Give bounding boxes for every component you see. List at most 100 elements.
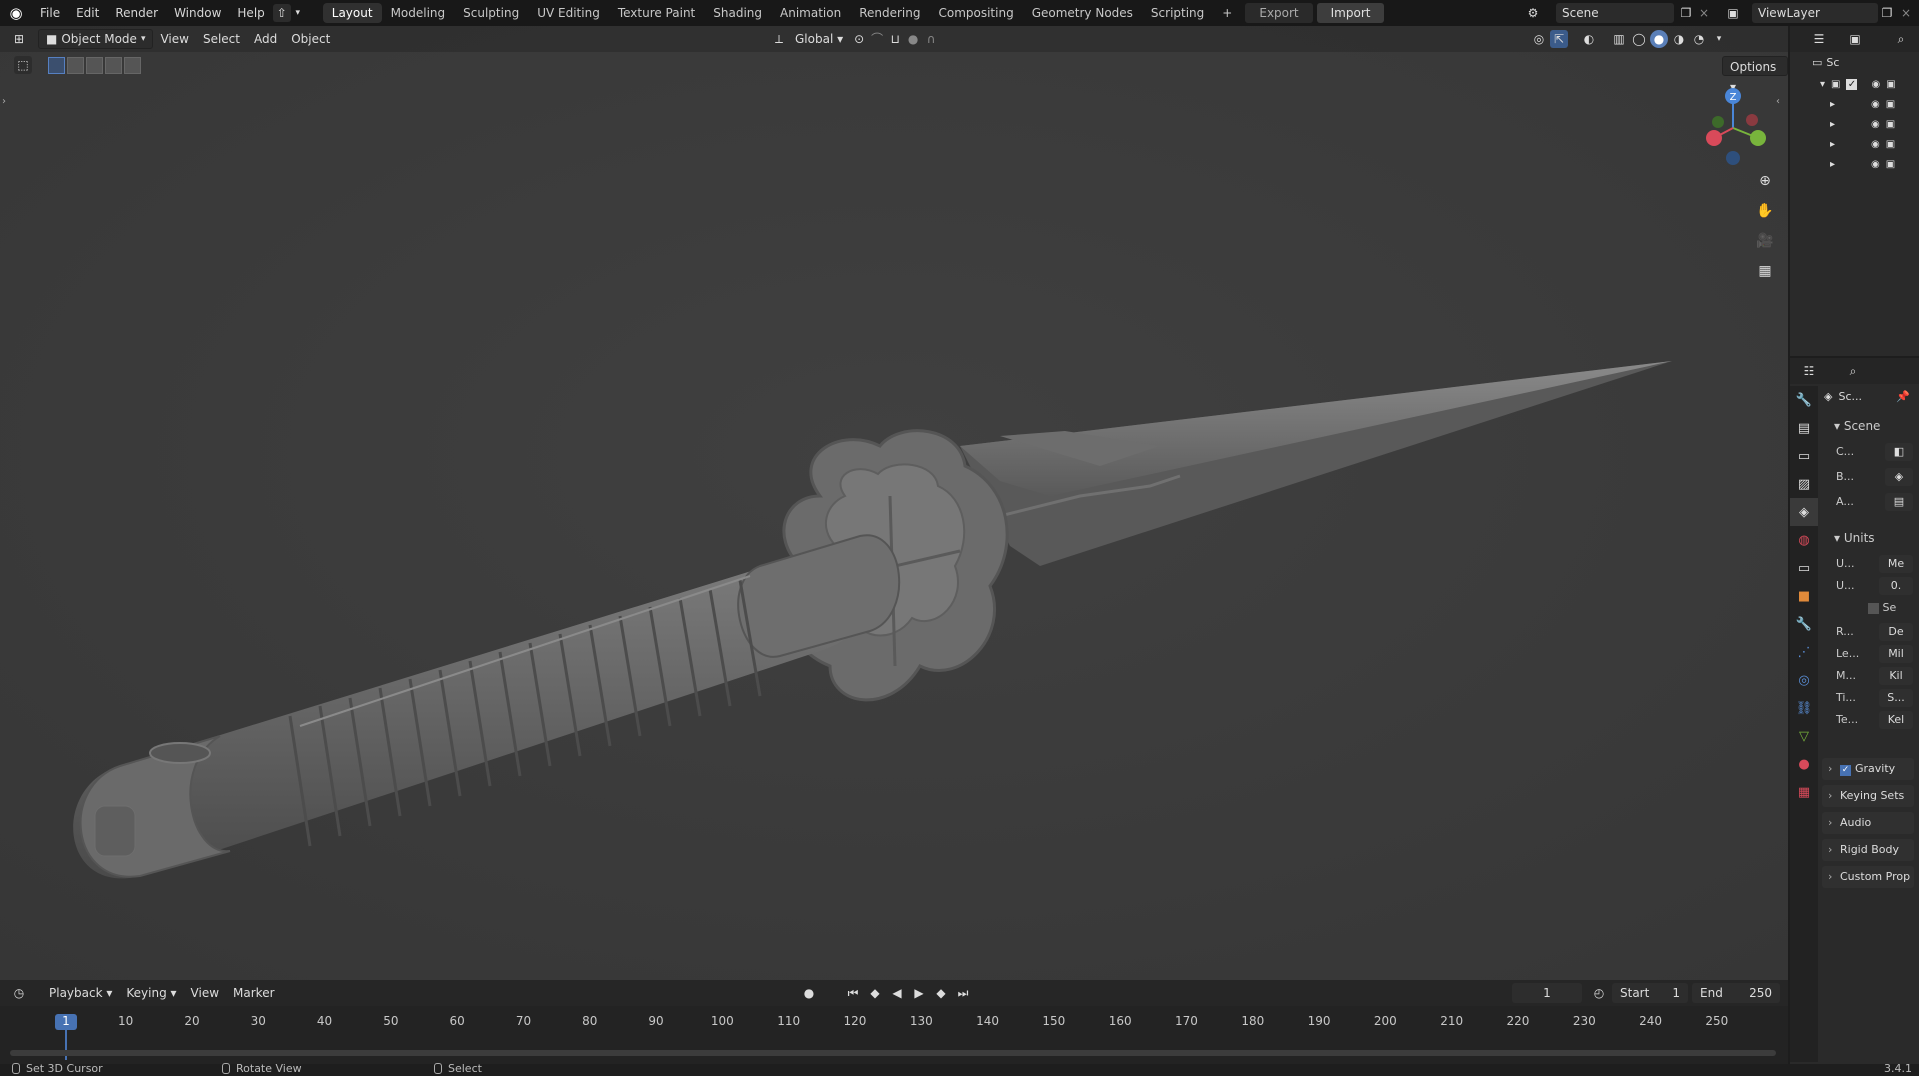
jump-end-icon[interactable]: ⏭ [954, 984, 972, 1002]
tab-layout[interactable]: Layout [322, 3, 382, 23]
close-view-layer-icon[interactable]: × [1897, 4, 1915, 22]
start-frame-field[interactable]: Start 1 [1612, 983, 1688, 1003]
pan-hand-icon[interactable]: ✋ [1752, 198, 1778, 224]
view-layer-selector[interactable]: ViewLayer [1752, 3, 1878, 23]
snap-target-icon[interactable]: ⊔ [886, 30, 904, 48]
properties-editor-icon[interactable]: ☷ [1800, 362, 1818, 380]
display-mode-icon[interactable]: ▣ [1846, 30, 1864, 48]
camera-render-icon[interactable]: ▣ [1886, 139, 1895, 150]
temperature-dropdown[interactable]: Kel [1879, 711, 1913, 729]
length-dropdown[interactable]: Mil [1879, 645, 1913, 663]
clock-editor-icon[interactable]: ◷ [10, 984, 28, 1002]
expand-arrow-icon[interactable]: ▸ [1830, 99, 1835, 110]
close-scene-icon[interactable]: × [1695, 4, 1713, 22]
proportional-edit-icon[interactable]: ● [904, 30, 922, 48]
perspective-grid-icon[interactable]: ▦ [1752, 258, 1778, 284]
tab-uv-editing[interactable]: UV Editing [528, 3, 609, 23]
visibility-icon[interactable]: ◎ [1530, 30, 1548, 48]
menu-object[interactable]: Object [284, 29, 337, 49]
menu-select[interactable]: Select [196, 29, 247, 49]
audio-panel[interactable]: Audio [1822, 812, 1914, 834]
eye-icon[interactable]: ◉ [1871, 79, 1880, 90]
menu-help[interactable]: Help [229, 0, 272, 26]
tab-sculpting[interactable]: Sculpting [454, 3, 528, 23]
upload-icon[interactable]: ⇧ [272, 4, 291, 22]
keying-sets-panel[interactable]: Keying Sets [1822, 785, 1914, 807]
view-layer-tab-icon[interactable]: ▨ [1790, 470, 1818, 498]
xray-icon[interactable]: ▥ [1610, 30, 1628, 48]
overlay-icon[interactable]: ◐ [1580, 30, 1598, 48]
export-button[interactable]: Export [1245, 3, 1313, 23]
scene-selector[interactable]: Scene [1556, 3, 1674, 23]
timeline-editor[interactable]: ◷ Playback ▾ Keying ▾ View Marker ● ⏮ ◆ … [0, 980, 1788, 1064]
neg-z-axis-icon[interactable] [1726, 151, 1740, 165]
new-view-layer-icon[interactable]: ❐ [1878, 4, 1896, 22]
select-tool-icon[interactable]: ⬚ [14, 56, 32, 74]
tab-scripting[interactable]: Scripting [1142, 3, 1213, 23]
solid-shading-icon[interactable]: ● [1650, 30, 1668, 48]
gravity-panel[interactable]: ✓ Gravity [1822, 758, 1914, 780]
scene-icon[interactable]: ⚙ [1524, 4, 1542, 22]
options-dropdown[interactable]: Options ▾ [1722, 56, 1788, 94]
pivot-icon[interactable]: ⊙ [850, 30, 868, 48]
render-tab-icon[interactable]: ▤ [1790, 414, 1818, 442]
navigation-gizmo[interactable]: Z [1700, 86, 1770, 166]
timeline-scrollbar[interactable] [10, 1050, 1776, 1056]
select-new-icon[interactable] [48, 56, 65, 74]
sidebar-toggle-icon[interactable]: ‹ [1776, 96, 1780, 107]
camera-icon[interactable]: 🎥 [1752, 228, 1778, 254]
tab-shading[interactable]: Shading [704, 3, 771, 23]
select-invert-icon[interactable] [105, 56, 122, 74]
chevron-down-icon[interactable]: ▾ [293, 4, 303, 22]
select-subtract-icon[interactable] [86, 56, 103, 74]
play-reverse-icon[interactable]: ◀ [888, 984, 906, 1002]
expand-arrow-icon[interactable]: ▸ [1830, 139, 1835, 150]
wireframe-shading-icon[interactable]: ◯ [1630, 30, 1648, 48]
texture-tab-icon[interactable]: ▦ [1790, 778, 1818, 806]
world-tab-icon[interactable]: ◍ [1790, 526, 1818, 554]
next-keyframe-icon[interactable]: ◆ [932, 984, 950, 1002]
menu-file[interactable]: File [32, 0, 68, 26]
toolbar-toggle-icon[interactable]: › [2, 96, 6, 107]
stopwatch-icon[interactable]: ◴ [1590, 984, 1608, 1002]
constraints-tab-icon[interactable]: ⛓ [1790, 694, 1818, 722]
play-icon[interactable]: ▶ [910, 984, 928, 1002]
tab-geometry-nodes[interactable]: Geometry Nodes [1023, 3, 1142, 23]
units-panel-header[interactable]: ▾ Units [1834, 528, 1875, 548]
import-button[interactable]: Import [1316, 3, 1385, 23]
transform-orientation-dropdown[interactable]: Global ▾ [788, 29, 850, 49]
camera-field[interactable]: ◧ [1885, 443, 1913, 461]
falloff-icon[interactable]: ∩ [922, 30, 940, 48]
3d-viewport[interactable]: ⊞ ■ Object Mode ▾ View Select Add Object… [0, 26, 1788, 980]
pin-icon[interactable]: 📌 [1896, 390, 1910, 403]
particles-tab-icon[interactable]: ⋰ [1790, 638, 1818, 666]
new-scene-icon[interactable]: ❐ [1677, 4, 1695, 22]
material-tab-icon[interactable]: ● [1790, 750, 1818, 778]
add-workspace-button[interactable]: + [1213, 3, 1241, 23]
end-frame-field[interactable]: End 250 [1692, 983, 1780, 1003]
zoom-icon[interactable]: ⊕ [1752, 168, 1778, 194]
data-tab-icon[interactable]: ▽ [1790, 722, 1818, 750]
search-icon[interactable]: ⌕ [1892, 30, 1910, 48]
camera-render-icon[interactable]: ▣ [1886, 99, 1895, 110]
camera-render-icon[interactable]: ▣ [1886, 79, 1895, 90]
menu-window[interactable]: Window [166, 0, 229, 26]
menu-keying[interactable]: Keying ▾ [119, 983, 183, 1003]
snap-icon[interactable]: ⌒ [868, 30, 886, 48]
menu-marker[interactable]: Marker [226, 983, 281, 1003]
tool-tab-icon[interactable]: 🔧 [1790, 386, 1818, 414]
background-scene-field[interactable]: ◈ [1885, 468, 1913, 486]
neg-x-axis-icon[interactable] [1746, 114, 1758, 126]
neg-y-axis-icon[interactable] [1712, 116, 1724, 128]
collection-tab-icon[interactable]: ▭ [1790, 554, 1818, 582]
active-clip-field[interactable]: ▤ [1885, 493, 1913, 511]
outliner-panel[interactable]: ☰ ▣ ⌕ ▭ Sc ▾ ▣ ✓ ◉ ▣ ▸ ◉ ▣ ▸ ◉ ▣ ▸ ◉ ▣ ▸… [1790, 26, 1919, 356]
select-extend-icon[interactable] [67, 56, 84, 74]
material-shading-icon[interactable]: ◑ [1670, 30, 1688, 48]
menu-playback[interactable]: Playback ▾ [42, 983, 119, 1003]
current-frame-field[interactable]: 1 [1512, 983, 1582, 1003]
view-layer-icon[interactable]: ▣ [1724, 4, 1742, 22]
menu-edit[interactable]: Edit [68, 0, 107, 26]
tab-compositing[interactable]: Compositing [929, 3, 1022, 23]
jump-start-icon[interactable]: ⏮ [844, 984, 862, 1002]
